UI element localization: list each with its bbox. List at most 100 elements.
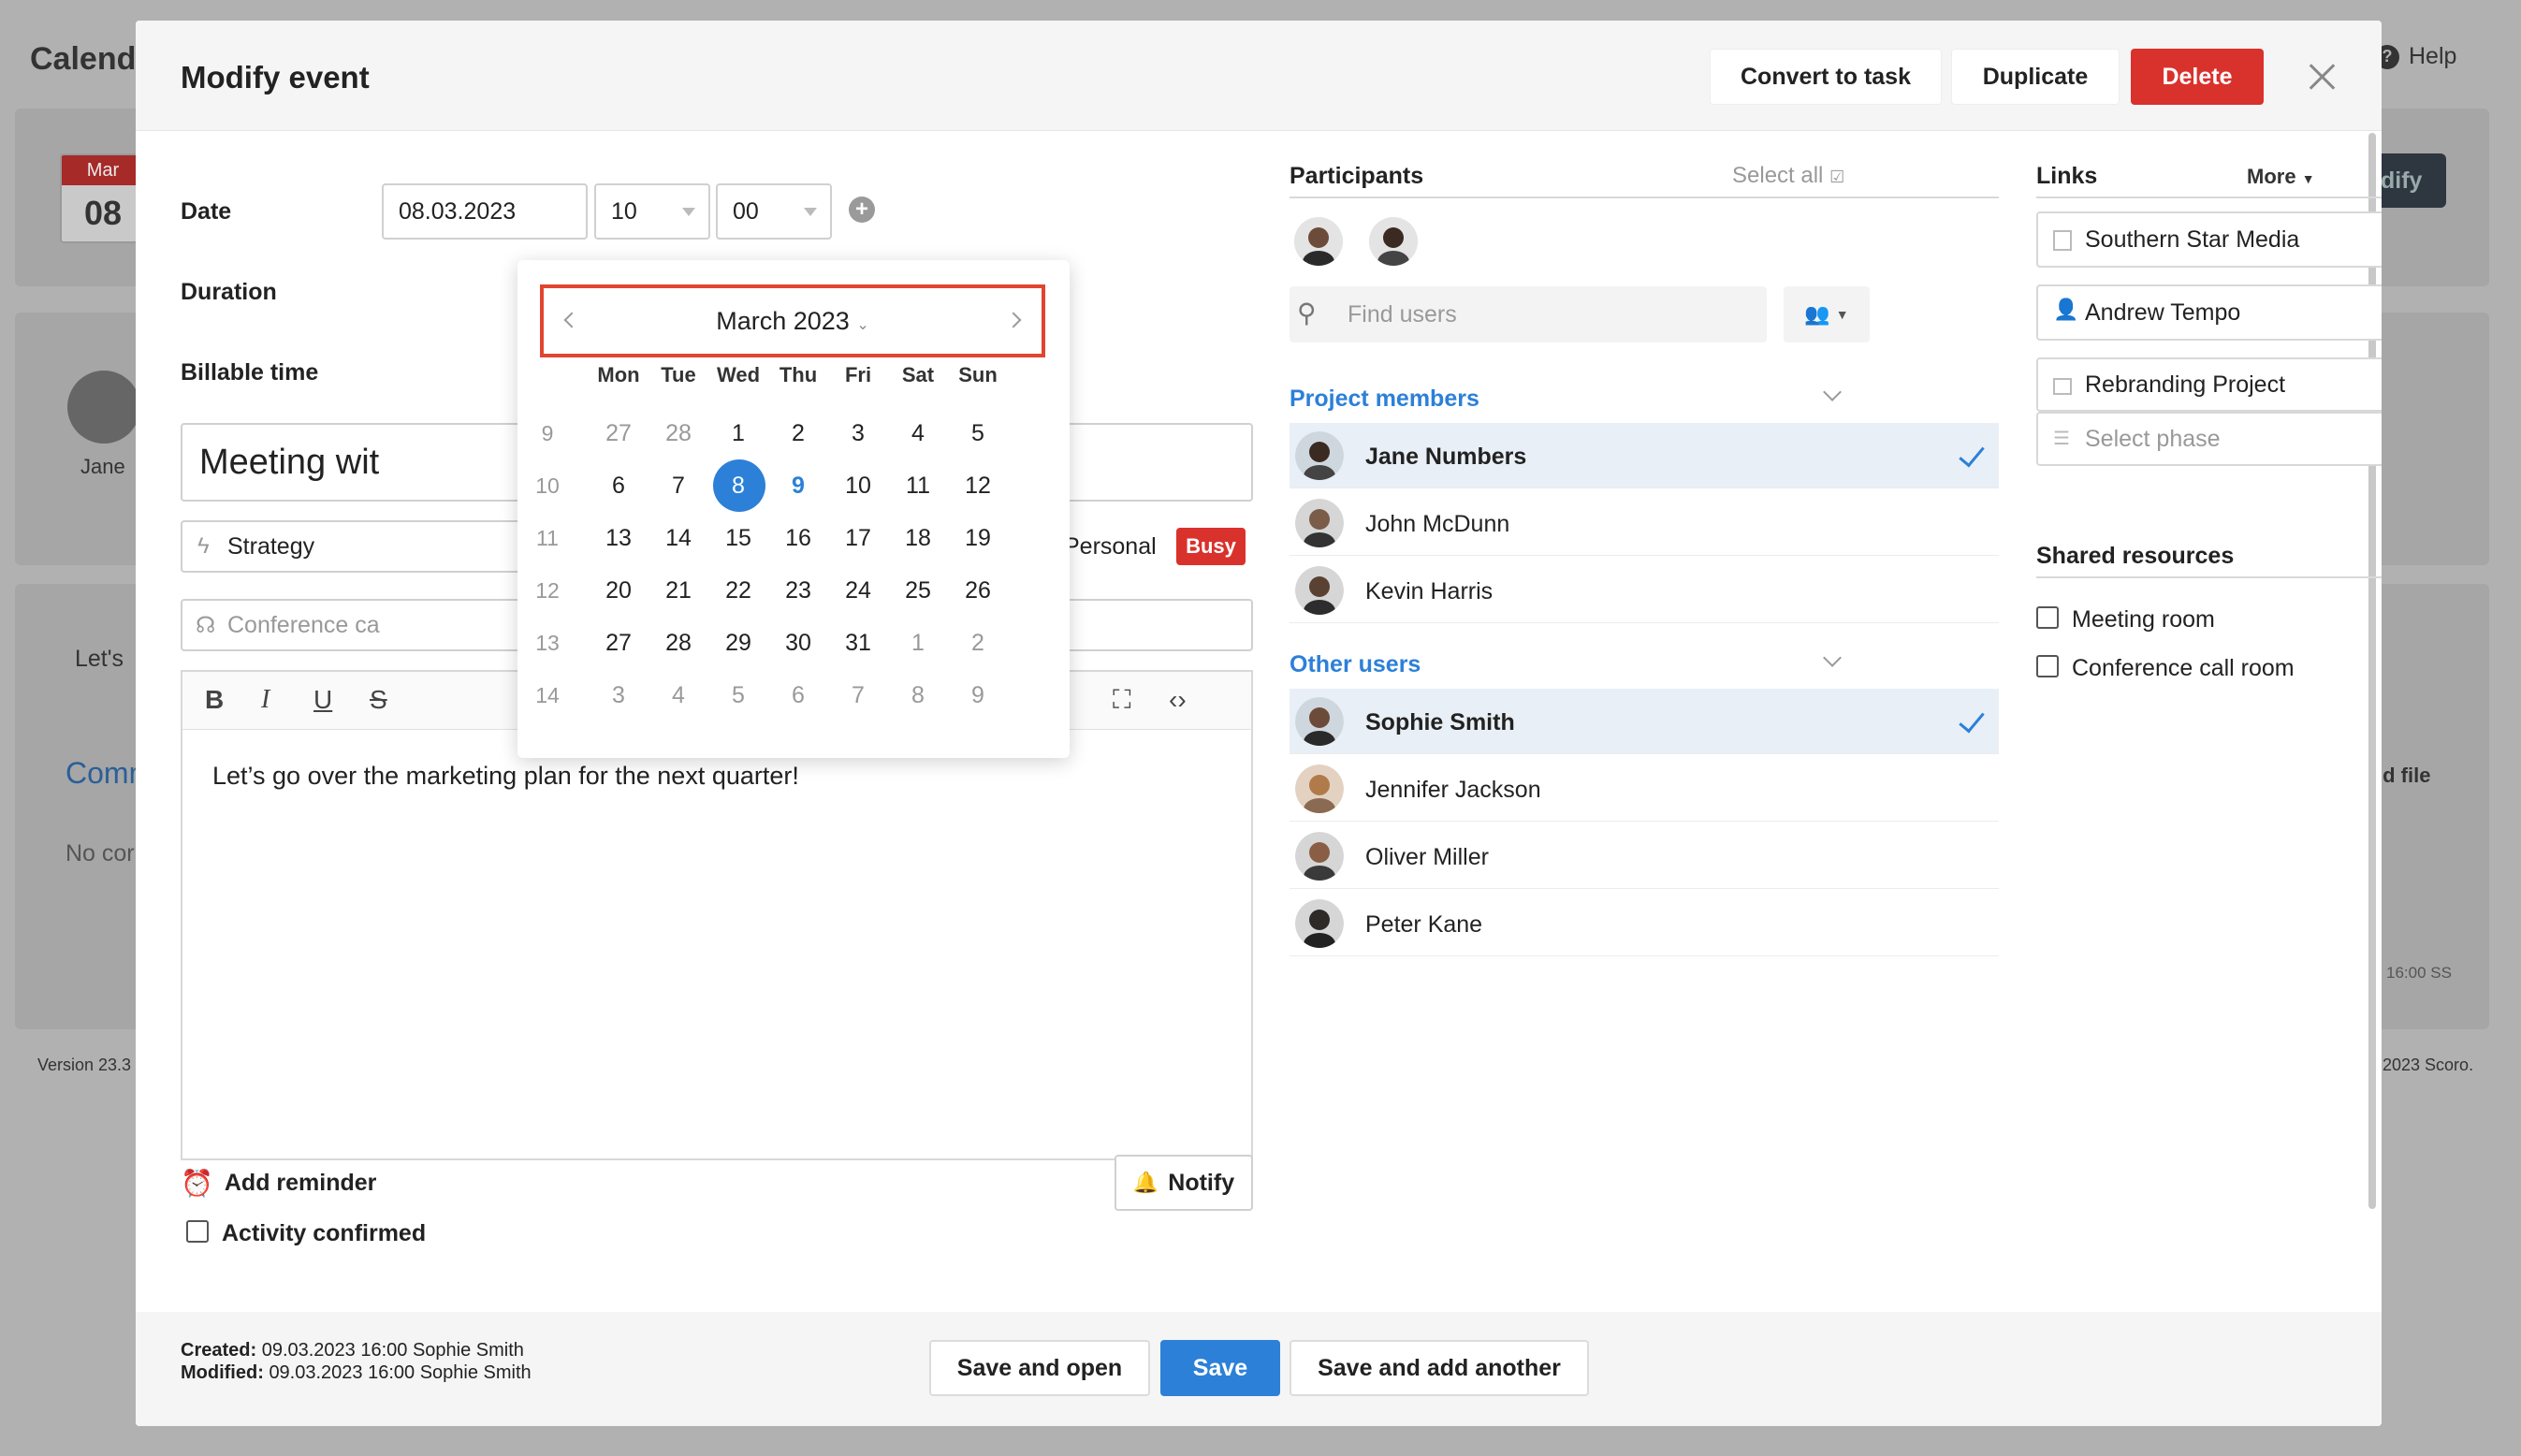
hour-select[interactable]: 10 (594, 183, 710, 240)
participant-row[interactable]: Kevin Harris (1290, 558, 1999, 623)
chevron-down-icon[interactable] (1823, 383, 1842, 401)
other-users-heading[interactable]: Other users (1290, 651, 1421, 678)
busy-badge[interactable]: Busy (1176, 528, 1246, 565)
calendar-day[interactable]: 2 (768, 410, 828, 457)
calendar-day[interactable]: 20 (589, 567, 648, 614)
calendar-day[interactable]: 31 (828, 619, 888, 666)
calendar-day[interactable]: 21 (648, 567, 708, 614)
calendar-day[interactable]: 9 (948, 672, 1008, 719)
help-link[interactable]: ? Help (2375, 43, 2456, 70)
bold-icon[interactable]: B (205, 685, 224, 715)
calendar-day[interactable]: 8 (888, 672, 948, 719)
calendar-day[interactable]: 12 (948, 462, 1008, 509)
calendar-day[interactable]: 25 (888, 567, 948, 614)
add-reminder-button[interactable]: ⏰ Add reminder (181, 1168, 376, 1199)
calendar-day[interactable]: 27 (589, 619, 648, 666)
participants-heading: Participants (1290, 163, 1424, 189)
underline-icon[interactable]: U (313, 685, 332, 715)
calendar-day[interactable]: 1 (708, 410, 768, 457)
participant-avatar-jane[interactable] (1369, 217, 1418, 266)
month-year-dropdown[interactable]: March 2023 ⌄ (544, 307, 1042, 336)
save-and-add-another-button[interactable]: Save and add another (1290, 1340, 1589, 1396)
contact-link[interactable]: 👤 Andrew Tempo (2036, 284, 2382, 341)
strikethrough-icon[interactable]: S (370, 685, 387, 715)
calendar-day[interactable]: 19 (948, 515, 1008, 561)
calendar-day[interactable]: 28 (648, 410, 708, 457)
user-groups-dropdown[interactable]: 👥 ▼ (1784, 286, 1870, 342)
calendar-day[interactable]: 5 (948, 410, 1008, 457)
participant-name: Jane Numbers (1365, 444, 1527, 470)
participant-row[interactable]: Oliver Miller (1290, 823, 1999, 889)
phase-select[interactable]: ☰ Select phase (2036, 412, 2382, 466)
duplicate-button[interactable]: Duplicate (1951, 49, 2120, 105)
calendar-day[interactable]: 2 (948, 619, 1008, 666)
calendar-day[interactable]: 7 (828, 672, 888, 719)
close-icon[interactable] (2305, 60, 2339, 94)
participant-row[interactable]: Sophie Smith (1290, 689, 1999, 754)
participant-row[interactable]: Jane Numbers (1290, 423, 1999, 488)
date-picker-popup: March 2023 ⌄ Mon Tue Wed Thu Fri Sat Sun 9 27 28 1… (517, 260, 1070, 758)
more-dropdown[interactable]: More ▼ (2247, 165, 2315, 189)
select-all-button[interactable]: Select all ☑ (1732, 163, 1844, 189)
calendar-day[interactable]: 14 (648, 515, 708, 561)
participant-row[interactable]: John McDunn (1290, 490, 1999, 556)
calendar-day[interactable]: 30 (768, 619, 828, 666)
calendar-day[interactable]: 15 (708, 515, 768, 561)
calendar-day[interactable]: 24 (828, 567, 888, 614)
delete-button[interactable]: Delete (2131, 49, 2264, 105)
calendar-day[interactable]: 29 (708, 619, 768, 666)
bg-version: Version 23.3 (37, 1056, 132, 1074)
chevron-down-icon[interactable] (1823, 648, 1842, 667)
links-divider (2036, 197, 2382, 198)
conference-room-checkbox[interactable] (2036, 655, 2059, 677)
calendar-day[interactable]: 9 (768, 462, 828, 509)
convert-to-task-button[interactable]: Convert to task (1710, 49, 1942, 105)
date-input[interactable]: 08.03.2023 (382, 183, 588, 240)
calendar-day[interactable]: 18 (888, 515, 948, 561)
fullscreen-icon[interactable]: ⛶ (1113, 685, 1131, 716)
project-link[interactable]: Rebranding Project (2036, 357, 2382, 412)
notify-button[interactable]: 🔔 Notify (1115, 1155, 1253, 1211)
add-time-icon[interactable]: + (849, 197, 875, 223)
activity-confirmed-checkbox[interactable] (186, 1220, 209, 1243)
code-icon[interactable]: ‹› (1169, 685, 1187, 715)
italic-icon[interactable]: I (261, 685, 270, 715)
calendar-day[interactable]: 16 (768, 515, 828, 561)
modified-meta: Modified: 09.03.2023 16:00 Sophie Smith (181, 1362, 532, 1383)
calendar-day[interactable]: 7 (648, 462, 708, 509)
participant-row[interactable]: Jennifer Jackson (1290, 756, 1999, 822)
calendar-day[interactable]: 17 (828, 515, 888, 561)
calendar-day[interactable]: 13 (589, 515, 648, 561)
shared-resources-heading: Shared resources (2036, 543, 2235, 569)
calendar-day[interactable]: 4 (888, 410, 948, 457)
description-editor[interactable]: Let’s go over the marketing plan for the… (181, 730, 1253, 1160)
created-meta: Created: 09.03.2023 16:00 Sophie Smith (181, 1340, 524, 1361)
calendar-day[interactable]: 6 (768, 672, 828, 719)
meeting-room-checkbox[interactable] (2036, 606, 2059, 629)
calendar-day[interactable]: 11 (888, 462, 948, 509)
calendar-day[interactable]: 28 (648, 619, 708, 666)
calendar-day[interactable]: 1 (888, 619, 948, 666)
save-button[interactable]: Save (1160, 1340, 1280, 1396)
calendar-day[interactable]: 22 (708, 567, 768, 614)
participant-avatar-sophie[interactable] (1294, 217, 1343, 266)
month-navigation: March 2023 ⌄ (540, 284, 1045, 357)
calendar-day[interactable]: 3 (828, 410, 888, 457)
company-link[interactable]: Southern Star Media (2036, 211, 2382, 268)
chevron-down-icon: ⌄ (856, 317, 869, 333)
calendar-day[interactable]: 26 (948, 567, 1008, 614)
bg-avatar-name: Jane (80, 455, 125, 478)
find-users-input[interactable]: ⚲ Find users (1290, 286, 1767, 342)
participant-row[interactable]: Peter Kane (1290, 891, 1999, 956)
calendar-day[interactable]: 6 (589, 462, 648, 509)
calendar-day[interactable]: 8 (708, 459, 768, 512)
minute-select[interactable]: 00 (716, 183, 832, 240)
calendar-day[interactable]: 5 (708, 672, 768, 719)
calendar-day[interactable]: 27 (589, 410, 648, 457)
calendar-day[interactable]: 3 (589, 672, 648, 719)
project-members-heading[interactable]: Project members (1290, 386, 1479, 413)
save-and-open-button[interactable]: Save and open (929, 1340, 1150, 1396)
calendar-day[interactable]: 23 (768, 567, 828, 614)
calendar-day[interactable]: 10 (828, 462, 888, 509)
calendar-day[interactable]: 4 (648, 672, 708, 719)
